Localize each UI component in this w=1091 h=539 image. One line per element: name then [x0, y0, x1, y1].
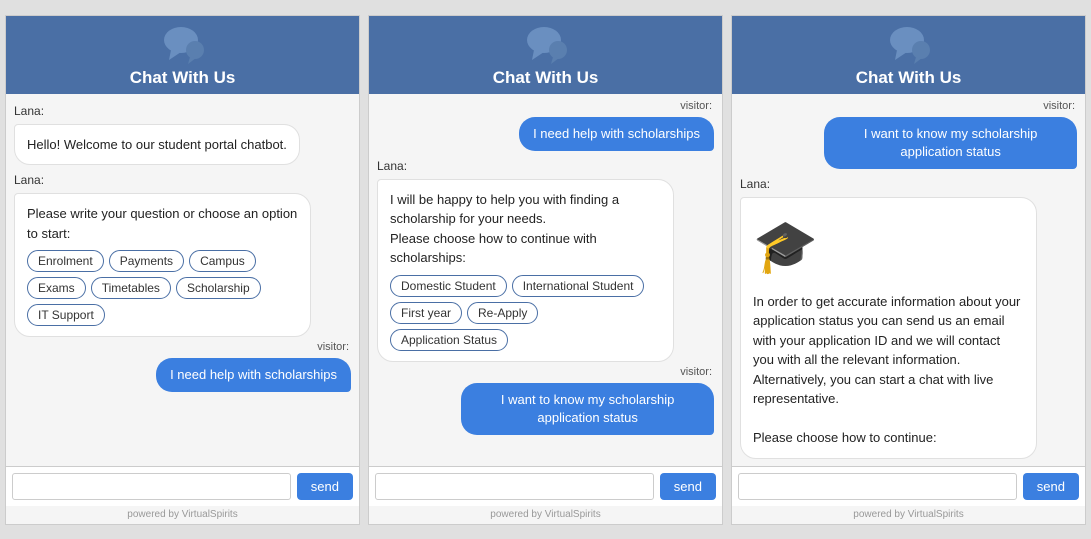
option-exams[interactable]: Exams	[27, 277, 86, 299]
chat-header-2: Chat With Us	[369, 16, 722, 94]
option-enrolment[interactable]: Enrolment	[27, 250, 104, 272]
chat-footer-1: send	[6, 466, 359, 506]
visitor-message-2a: I need help with scholarships	[519, 117, 714, 151]
visitor-message-1: I need help with scholarships	[156, 358, 351, 392]
send-button-2[interactable]: send	[660, 473, 716, 500]
lana-label-2: Lana:	[377, 159, 714, 173]
visitor-message-3: I want to know my scholarship applicatio…	[824, 117, 1077, 169]
chat-header-3: Chat With Us	[732, 16, 1085, 94]
powered-by-1: powered by VirtualSpirits	[6, 506, 359, 524]
lana-label-1a: Lana:	[14, 104, 351, 118]
chat-title-2: Chat With Us	[493, 68, 599, 88]
powered-by-2: powered by VirtualSpirits	[369, 506, 722, 524]
send-button-3[interactable]: send	[1023, 473, 1079, 500]
lana-label-1b: Lana:	[14, 173, 351, 187]
bot-message-1b: Please write your question or choose an …	[14, 193, 311, 337]
option-domestic[interactable]: Domestic Student	[390, 275, 507, 297]
visitor-message-2b: I want to know my scholarship applicatio…	[461, 383, 714, 435]
chat-widgets-container: Chat With Us Lana: Hello! Welcome to our…	[5, 15, 1086, 525]
powered-by-3: powered by VirtualSpirits	[732, 506, 1085, 524]
visitor-label-1: visitor:	[14, 341, 351, 353]
lana-label-3: Lana:	[740, 177, 1077, 191]
graduation-cap-icon: 🎓	[753, 208, 1024, 286]
chat-messages-3: visitor: I want to know my scholarship a…	[732, 94, 1085, 466]
option-app-status[interactable]: Application Status	[390, 329, 508, 351]
chat-messages-2: visitor: I need help with scholarships L…	[369, 94, 722, 466]
chat-bubble-icon-1	[161, 24, 205, 64]
send-button-1[interactable]: send	[297, 473, 353, 500]
chat-title-1: Chat With Us	[130, 68, 236, 88]
bot-options-2: Domestic Student International Student F…	[390, 275, 661, 351]
chat-messages-1: Lana: Hello! Welcome to our student port…	[6, 94, 359, 466]
chat-widget-1: Chat With Us Lana: Hello! Welcome to our…	[5, 15, 360, 525]
option-payments[interactable]: Payments	[109, 250, 184, 272]
bot-message-2: I will be happy to help you with finding…	[377, 179, 674, 362]
chat-bubble-icon-3	[887, 24, 931, 64]
chat-footer-2: send	[369, 466, 722, 506]
visitor-label-3: visitor:	[740, 100, 1077, 112]
visitor-label-2b: visitor:	[377, 366, 714, 378]
bot-message-3: 🎓 In order to get accurate information a…	[740, 197, 1037, 459]
option-scholarship[interactable]: Scholarship	[176, 277, 261, 299]
chat-footer-3: send	[732, 466, 1085, 506]
option-campus[interactable]: Campus	[189, 250, 256, 272]
bot-options-1: Enrolment Payments Campus Exams Timetabl…	[27, 250, 298, 326]
chat-title-3: Chat With Us	[856, 68, 962, 88]
chat-bubble-icon-2	[524, 24, 568, 64]
chat-widget-2: Chat With Us visitor: I need help with s…	[368, 15, 723, 525]
chat-input-3[interactable]	[738, 473, 1017, 500]
chat-widget-3: Chat With Us visitor: I want to know my …	[731, 15, 1086, 525]
chat-header-1: Chat With Us	[6, 16, 359, 94]
bot-message-1a: Hello! Welcome to our student portal cha…	[14, 124, 300, 166]
chat-input-1[interactable]	[12, 473, 291, 500]
option-reapply[interactable]: Re-Apply	[467, 302, 538, 324]
option-international[interactable]: International Student	[512, 275, 645, 297]
option-timetables[interactable]: Timetables	[91, 277, 171, 299]
chat-input-2[interactable]	[375, 473, 654, 500]
option-it-support[interactable]: IT Support	[27, 304, 105, 326]
option-first-year[interactable]: First year	[390, 302, 462, 324]
visitor-label-2a: visitor:	[377, 100, 714, 112]
